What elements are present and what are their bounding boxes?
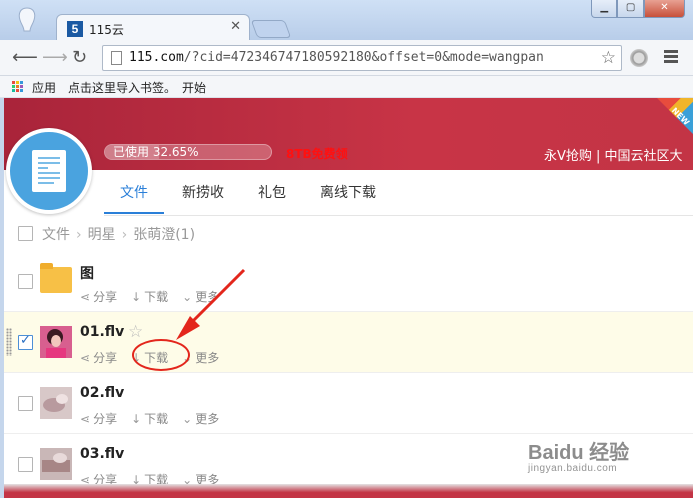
header-banner: 已使用 32.65% 8TB免费领 永V抢购 | 中国云社区大 NEW bbox=[4, 98, 693, 170]
video-thumbnail bbox=[40, 326, 72, 358]
row-checkbox-checked[interactable] bbox=[18, 333, 33, 350]
row-actions: ⋖ 分享 ↓ 下载 ⌄ 更多 bbox=[80, 410, 233, 427]
download-button[interactable]: ↓ 下载 bbox=[131, 410, 168, 427]
forward-arrow-icon[interactable]: ⟶ bbox=[42, 48, 68, 68]
video-thumbnail bbox=[40, 387, 72, 419]
share-icon: ⋖ bbox=[80, 350, 91, 365]
minimize-button[interactable]: ▁ bbox=[591, 0, 618, 18]
folder-icon bbox=[40, 263, 72, 293]
file-row-02[interactable]: 02.flv ⋖ 分享 ↓ 下载 ⌄ 更多 bbox=[4, 373, 693, 434]
file-name[interactable]: 03.flv bbox=[80, 446, 124, 462]
url-text: 115.com/?cid=472346747180592180&offset=0… bbox=[129, 50, 544, 65]
menu-icon[interactable] bbox=[664, 50, 678, 64]
new-tab-button[interactable] bbox=[250, 20, 292, 38]
tab-offline-download[interactable]: 离线下载 bbox=[304, 178, 392, 214]
row-checkbox[interactable] bbox=[18, 396, 33, 411]
share-icon: ⋖ bbox=[80, 289, 91, 304]
115-favicon-icon: 5 bbox=[67, 21, 83, 37]
breadcrumb-files[interactable]: 文件 bbox=[42, 227, 70, 243]
address-bar[interactable]: 115.com/?cid=472346747180592180&offset=0… bbox=[102, 45, 622, 71]
annotation-circle bbox=[132, 339, 190, 371]
annotation-arrow bbox=[176, 268, 246, 340]
tab-close-icon[interactable]: ✕ bbox=[230, 19, 241, 34]
download-icon: ↓ bbox=[131, 411, 142, 426]
share-button[interactable]: ⋖ 分享 bbox=[80, 410, 117, 427]
bookmark-import[interactable]: 点击这里导入书签。 bbox=[68, 79, 176, 96]
browser-tab-115[interactable]: 5 115云 ✕ bbox=[56, 14, 250, 42]
reload-icon[interactable]: ↻ bbox=[72, 48, 87, 68]
storage-usage-bar: 已使用 32.65% bbox=[104, 144, 272, 160]
row-checkbox[interactable] bbox=[18, 274, 33, 289]
main-nav: 文件 新捞收 礼包 离线下载 bbox=[104, 178, 394, 214]
share-button[interactable]: ⋖ 分享 bbox=[80, 288, 117, 305]
close-window-button[interactable]: ✕ bbox=[643, 0, 685, 18]
download-icon: ↓ bbox=[131, 289, 142, 304]
window-controls: ▁ ▢ ✕ bbox=[591, 0, 685, 18]
file-name[interactable]: 02.flv bbox=[80, 385, 124, 401]
back-arrow-icon[interactable]: ⟵ bbox=[12, 48, 38, 68]
browser-titlebar: 5 115云 ✕ ▁ ▢ ✕ bbox=[0, 0, 693, 42]
tab-receive[interactable]: 新捞收 bbox=[166, 178, 240, 214]
promo-link[interactable]: 8TB免费领 bbox=[286, 145, 348, 162]
breadcrumb: 文件 › 明星 › 张萌澄(1) bbox=[42, 227, 196, 243]
favorite-star-icon[interactable]: ☆ bbox=[128, 322, 143, 342]
tab-gift[interactable]: 礼包 bbox=[242, 178, 302, 214]
file-row-folder[interactable]: 图 ⋖ 分享 ↓ 下载 ⌄ 更多 bbox=[4, 251, 693, 312]
video-thumbnail bbox=[40, 448, 72, 480]
row-checkbox[interactable] bbox=[18, 457, 33, 472]
more-button[interactable]: ⌄ 更多 bbox=[182, 410, 219, 427]
file-name[interactable]: 图 bbox=[80, 263, 94, 283]
breadcrumb-stars[interactable]: 明星 bbox=[88, 227, 116, 243]
footer-strip bbox=[4, 484, 693, 498]
baidu-watermark: Baidu 经验 jingyan.baidu.com bbox=[528, 442, 630, 474]
tab-title: 115云 bbox=[89, 23, 124, 37]
extension-icon[interactable] bbox=[630, 49, 648, 67]
share-button[interactable]: ⋖ 分享 bbox=[80, 349, 117, 366]
slogan-link[interactable]: 永V抢购 | 中国云社区大 bbox=[544, 145, 683, 164]
apps-grid-icon bbox=[12, 81, 24, 93]
file-name[interactable]: 01.flv bbox=[80, 324, 124, 340]
bookmarks-bar: 应用 点击这里导入书签。 开始 bbox=[0, 76, 693, 98]
browser-user-icon bbox=[18, 7, 36, 32]
bookmark-start[interactable]: 开始 bbox=[182, 79, 206, 96]
browser-toolbar: ⟵ ⟶ ↻ 115.com/?cid=472346747180592180&of… bbox=[0, 40, 693, 76]
maximize-button[interactable]: ▢ bbox=[617, 0, 644, 18]
bookmark-apps[interactable]: 应用 bbox=[32, 79, 56, 96]
drag-handle[interactable] bbox=[6, 328, 12, 356]
breadcrumb-bar: 文件 › 明星 › 张萌澄(1) bbox=[4, 216, 693, 252]
breadcrumb-current: 张萌澄(1) bbox=[133, 227, 196, 243]
document-icon bbox=[32, 150, 66, 192]
file-row-01[interactable]: 01.flv ☆ ⋖分享 ↓下载 ⌄更多 bbox=[4, 312, 693, 373]
select-all-checkbox[interactable] bbox=[18, 226, 33, 241]
tab-files[interactable]: 文件 bbox=[104, 178, 164, 214]
usage-text: 已使用 32.65% bbox=[113, 145, 199, 159]
avatar[interactable] bbox=[6, 128, 92, 214]
page-icon bbox=[111, 51, 122, 65]
more-icon: ⌄ bbox=[182, 411, 193, 426]
share-icon: ⋖ bbox=[80, 411, 91, 426]
bookmark-star-icon[interactable]: ☆ bbox=[601, 48, 616, 68]
